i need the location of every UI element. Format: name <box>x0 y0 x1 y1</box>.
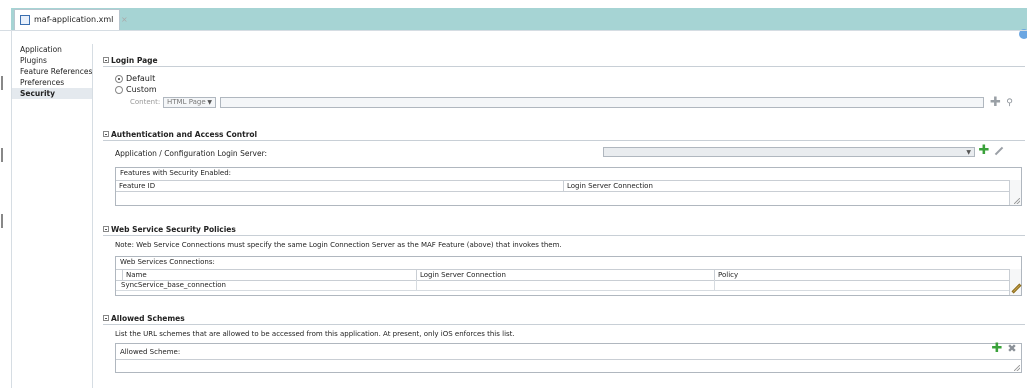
delete-icon[interactable]: ✖ <box>1006 343 1018 356</box>
radio-custom-label: Custom <box>126 85 157 94</box>
tab-strip <box>11 8 1027 30</box>
overview-nav: Application Plugins Feature References P… <box>12 44 93 388</box>
divider <box>0 30 1027 31</box>
close-icon[interactable]: × <box>121 15 128 24</box>
chevron-down-icon: ▼ <box>966 149 971 156</box>
col-login-server-connection[interactable]: Login Server Connection <box>564 181 1012 191</box>
login-server-label: Application / Configuration Login Server… <box>115 149 268 158</box>
divider <box>116 359 1021 360</box>
collapse-icon[interactable] <box>103 131 109 137</box>
schemes-caption: Allowed Scheme: <box>120 348 181 356</box>
radio-default-label: Default <box>126 74 156 83</box>
features-header: Feature ID Login Server Connection <box>116 180 1012 192</box>
add-login-server-icon[interactable]: ✚ <box>978 144 990 158</box>
nav-item-application[interactable]: Application <box>12 44 92 55</box>
content-label: Content: <box>130 98 161 106</box>
cell-name[interactable]: SyncService_base_connection <box>116 280 417 290</box>
section-title: Authentication and Access Control <box>111 130 258 139</box>
tab-label: maf-application.xml <box>34 15 114 24</box>
file-xml-icon <box>20 15 30 25</box>
content-type-select[interactable]: HTML Page ▼ <box>163 97 216 108</box>
ws-note: Note: Web Service Connections must speci… <box>115 241 562 249</box>
edit-icon[interactable] <box>994 146 1004 156</box>
row-header-cell <box>116 270 123 280</box>
divider <box>103 324 1025 325</box>
cell-policy[interactable] <box>715 280 1012 290</box>
radio-default[interactable] <box>115 75 123 83</box>
add-icon[interactable]: ✚ <box>990 96 1001 109</box>
table-row[interactable]: SyncService_base_connection <box>116 280 1010 291</box>
cell-login-server-connection[interactable] <box>417 280 715 290</box>
col-policy[interactable]: Policy <box>715 270 1012 280</box>
ws-connections-table: Web Services Connections: Name Login Ser… <box>115 256 1022 296</box>
ws-caption: Web Services Connections: <box>120 258 215 266</box>
content-type-value: HTML Page <box>167 98 206 106</box>
col-login-server-connection[interactable]: Login Server Connection <box>417 270 715 280</box>
splitter-mark <box>1 214 3 228</box>
search-icon[interactable]: ⚲ <box>1004 98 1015 108</box>
splitter-mark <box>1 148 3 162</box>
section-title: Allowed Schemes <box>111 314 185 323</box>
nav-item-security[interactable]: Security <box>12 88 92 99</box>
collapse-icon[interactable] <box>103 57 109 63</box>
chevron-down-icon: ▼ <box>207 99 212 106</box>
col-feature-id[interactable]: Feature ID <box>116 181 564 191</box>
features-table: Features with Security Enabled: Feature … <box>115 167 1022 206</box>
login-server-select[interactable]: ▼ <box>603 147 975 157</box>
features-caption: Features with Security Enabled: <box>120 169 232 177</box>
nav-item-preferences[interactable]: Preferences <box>12 77 92 88</box>
schemes-description: List the URL schemes that are allowed to… <box>115 330 515 338</box>
divider <box>103 140 1025 141</box>
collapse-icon[interactable] <box>103 226 109 232</box>
resize-grip-icon[interactable] <box>1014 365 1020 371</box>
col-name[interactable]: Name <box>123 270 417 280</box>
section-title: Login Page <box>111 56 158 65</box>
tab-maf-application-xml[interactable]: maf-application.xml × <box>14 9 128 30</box>
editor-tab-bar: maf-application.xml × <box>0 0 1027 30</box>
nav-item-feature-references[interactable]: Feature References <box>12 66 92 77</box>
add-icon[interactable]: ✚ <box>991 342 1003 356</box>
splitter-mark <box>1 76 3 90</box>
divider <box>103 235 1025 236</box>
section-title: Web Service Security Policies <box>111 225 236 234</box>
allowed-schemes-table: Allowed Scheme: <box>115 343 1022 373</box>
radio-custom[interactable] <box>115 86 123 94</box>
content-field[interactable] <box>220 97 984 108</box>
divider <box>103 66 1025 67</box>
nav-item-plugins[interactable]: Plugins <box>12 55 92 66</box>
resize-grip-icon[interactable] <box>1014 198 1020 204</box>
collapse-icon[interactable] <box>103 315 109 321</box>
